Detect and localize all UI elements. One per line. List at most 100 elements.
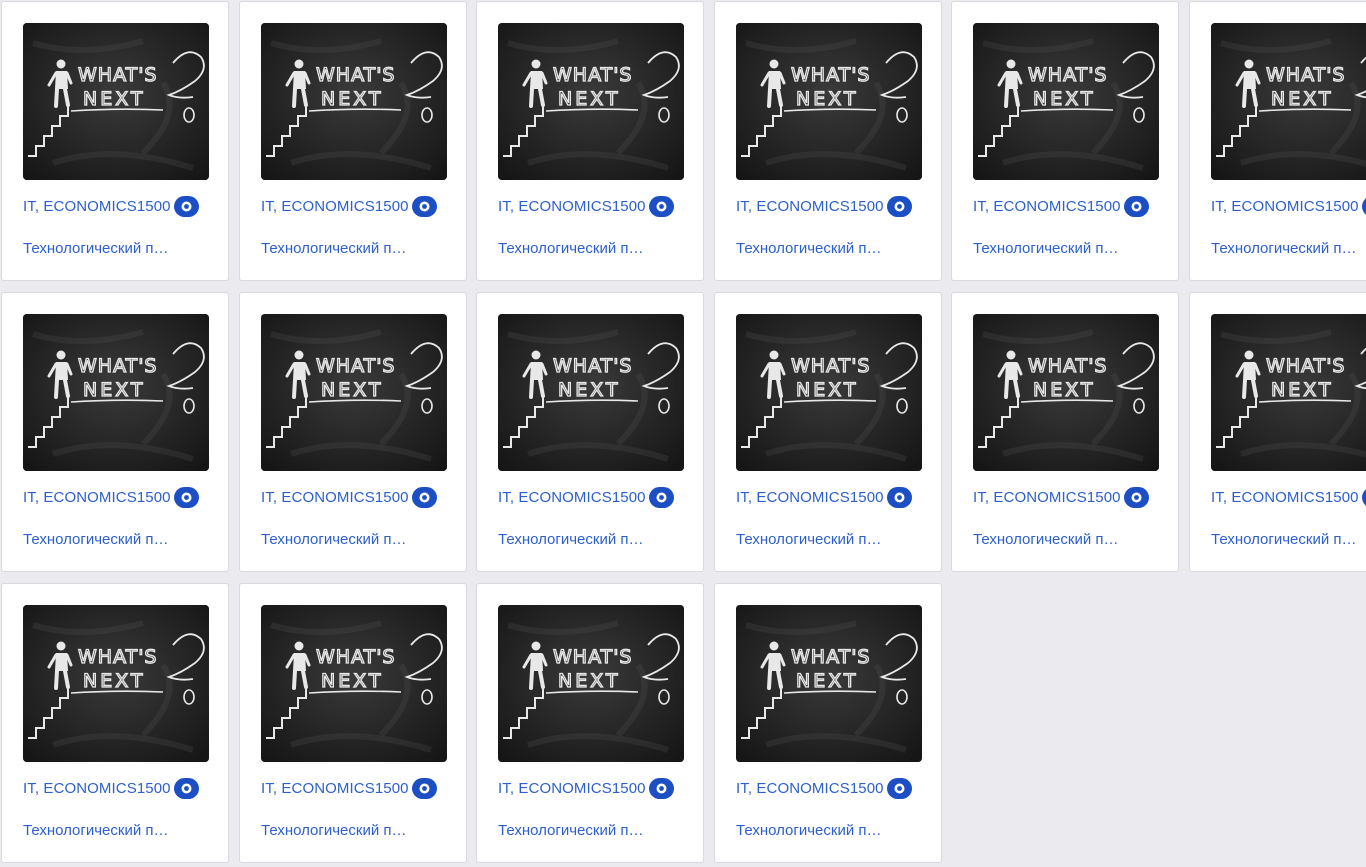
course-card[interactable]: WHAT'S NEXT IT, ECONOMICS 1500 Технологич… (476, 1, 704, 281)
course-card[interactable]: WHAT'S NEXT IT, ECONOMICS 1500 Технологич… (476, 292, 704, 572)
course-thumbnail[interactable]: WHAT'S NEXT (736, 314, 922, 471)
course-card[interactable]: WHAT'S NEXT IT, ECONOMICS 1500 Технологич… (1, 1, 229, 281)
eye-icon[interactable] (411, 195, 437, 217)
chalk-text-line2: NEXT (796, 670, 859, 692)
view-count: 1500 (611, 488, 646, 506)
eye-icon[interactable] (411, 777, 437, 799)
course-tags[interactable]: IT, ECONOMICS (498, 780, 612, 797)
course-tags[interactable]: IT, ECONOMICS (498, 198, 612, 215)
course-card[interactable]: WHAT'S NEXT IT, ECONOMICS 1500 Технологич… (714, 1, 942, 281)
course-tags[interactable]: IT, ECONOMICS (23, 489, 137, 506)
course-meta: IT, ECONOMICS 1500 (498, 486, 674, 508)
view-count: 1500 (374, 488, 409, 506)
course-title[interactable]: Технологический предприниматель (261, 531, 411, 548)
course-thumbnail[interactable]: WHAT'S NEXT (261, 314, 447, 471)
chalk-text-line2: NEXT (1033, 379, 1096, 401)
course-card[interactable]: WHAT'S NEXT IT, ECONOMICS 1500 Технологич… (1, 292, 229, 572)
course-card[interactable]: WHAT'S NEXT IT, ECONOMICS 1500 Технологич… (1, 583, 229, 863)
course-title[interactable]: Технологический предприниматель (498, 531, 648, 548)
course-title[interactable]: Технологический предприниматель (1211, 531, 1361, 548)
eye-icon[interactable] (173, 195, 199, 217)
course-card[interactable]: WHAT'S NEXT IT, ECONOMICS 1500 Технологич… (951, 1, 1179, 281)
course-card[interactable]: WHAT'S NEXT IT, ECONOMICS 1500 Технологич… (714, 292, 942, 572)
course-thumbnail[interactable]: WHAT'S NEXT (261, 23, 447, 180)
course-thumbnail[interactable]: WHAT'S NEXT (23, 23, 209, 180)
whats-next-chalkboard-image: WHAT'S NEXT (1211, 314, 1366, 471)
course-thumbnail[interactable]: WHAT'S NEXT (498, 605, 684, 762)
whats-next-chalkboard-image: WHAT'S NEXT (261, 23, 447, 180)
course-tags[interactable]: IT, ECONOMICS (23, 198, 137, 215)
course-title[interactable]: Технологический предприниматель (736, 240, 886, 257)
course-title[interactable]: Технологический предприниматель (1211, 240, 1361, 257)
whats-next-chalkboard-image: WHAT'S NEXT (261, 314, 447, 471)
chalk-text-line1: WHAT'S (791, 646, 871, 668)
course-tags[interactable]: IT, ECONOMICS (261, 780, 375, 797)
chalk-text-line2: NEXT (83, 670, 146, 692)
course-card[interactable]: WHAT'S NEXT IT, ECONOMICS 1500 Технологич… (239, 583, 467, 863)
course-thumbnail[interactable]: WHAT'S NEXT (973, 23, 1159, 180)
course-title[interactable]: Технологический предприниматель (23, 240, 173, 257)
course-tags[interactable]: IT, ECONOMICS (736, 780, 850, 797)
course-title[interactable]: Технологический предприниматель (736, 531, 886, 548)
eye-icon[interactable] (648, 195, 674, 217)
eye-icon[interactable] (648, 486, 674, 508)
whats-next-chalkboard-image: WHAT'S NEXT (973, 314, 1159, 471)
eye-icon[interactable] (1123, 195, 1149, 217)
course-tags[interactable]: IT, ECONOMICS (23, 780, 137, 797)
course-thumbnail[interactable]: WHAT'S NEXT (261, 605, 447, 762)
course-tags[interactable]: IT, ECONOMICS (973, 489, 1087, 506)
whats-next-chalkboard-image: WHAT'S NEXT (261, 605, 447, 762)
course-card[interactable]: WHAT'S NEXT IT, ECONOMICS 1500 Технологич… (1189, 292, 1366, 572)
course-tags[interactable]: IT, ECONOMICS (261, 489, 375, 506)
course-tags[interactable]: IT, ECONOMICS (736, 489, 850, 506)
chalk-text-line1: WHAT'S (316, 646, 396, 668)
whats-next-chalkboard-image: WHAT'S NEXT (498, 314, 684, 471)
chalk-text-line2: NEXT (83, 379, 146, 401)
course-title[interactable]: Технологический предприниматель (498, 822, 648, 839)
eye-icon[interactable] (173, 486, 199, 508)
whats-next-chalkboard-image: WHAT'S NEXT (973, 23, 1159, 180)
course-title[interactable]: Технологический предприниматель (736, 822, 886, 839)
course-title[interactable]: Технологический предприниматель (973, 240, 1123, 257)
course-thumbnail[interactable]: WHAT'S NEXT (23, 605, 209, 762)
course-title[interactable]: Технологический предприниматель (261, 822, 411, 839)
course-card[interactable]: WHAT'S NEXT IT, ECONOMICS 1500 Технологич… (951, 292, 1179, 572)
course-thumbnail[interactable]: WHAT'S NEXT (736, 23, 922, 180)
course-title[interactable]: Технологический предприниматель (23, 822, 173, 839)
chalk-text-line2: NEXT (558, 88, 621, 110)
course-thumbnail[interactable]: WHAT'S NEXT (498, 314, 684, 471)
course-card[interactable]: WHAT'S NEXT IT, ECONOMICS 1500 Технологич… (714, 583, 942, 863)
course-title[interactable]: Технологический предприниматель (973, 531, 1123, 548)
course-tags[interactable]: IT, ECONOMICS (1211, 198, 1325, 215)
eye-icon[interactable] (1123, 486, 1149, 508)
eye-icon[interactable] (886, 195, 912, 217)
course-card[interactable]: WHAT'S NEXT IT, ECONOMICS 1500 Технологич… (1189, 1, 1366, 281)
course-thumbnail[interactable]: WHAT'S NEXT (498, 23, 684, 180)
course-thumbnail[interactable]: WHAT'S NEXT (736, 605, 922, 762)
eye-icon[interactable] (648, 777, 674, 799)
course-card[interactable]: WHAT'S NEXT IT, ECONOMICS 1500 Технологич… (239, 292, 467, 572)
course-thumbnail[interactable]: WHAT'S NEXT (1211, 23, 1366, 180)
chalk-text-line2: NEXT (1033, 88, 1096, 110)
view-count: 1500 (374, 197, 409, 215)
course-thumbnail[interactable]: WHAT'S NEXT (973, 314, 1159, 471)
course-card[interactable]: WHAT'S NEXT IT, ECONOMICS 1500 Технологич… (476, 583, 704, 863)
eye-icon[interactable] (886, 486, 912, 508)
eye-icon[interactable] (886, 777, 912, 799)
course-card[interactable]: WHAT'S NEXT IT, ECONOMICS 1500 Технологич… (239, 1, 467, 281)
eye-icon[interactable] (1361, 195, 1366, 217)
course-tags[interactable]: IT, ECONOMICS (736, 198, 850, 215)
eye-icon[interactable] (173, 777, 199, 799)
course-tags[interactable]: IT, ECONOMICS (261, 198, 375, 215)
course-tags[interactable]: IT, ECONOMICS (1211, 489, 1325, 506)
eye-icon[interactable] (1361, 486, 1366, 508)
whats-next-chalkboard-image: WHAT'S NEXT (1211, 23, 1366, 180)
course-title[interactable]: Технологический предприниматель (23, 531, 173, 548)
eye-icon[interactable] (411, 486, 437, 508)
course-title[interactable]: Технологический предприниматель (261, 240, 411, 257)
course-tags[interactable]: IT, ECONOMICS (973, 198, 1087, 215)
course-tags[interactable]: IT, ECONOMICS (498, 489, 612, 506)
course-thumbnail[interactable]: WHAT'S NEXT (1211, 314, 1366, 471)
course-thumbnail[interactable]: WHAT'S NEXT (23, 314, 209, 471)
course-title[interactable]: Технологический предприниматель (498, 240, 648, 257)
